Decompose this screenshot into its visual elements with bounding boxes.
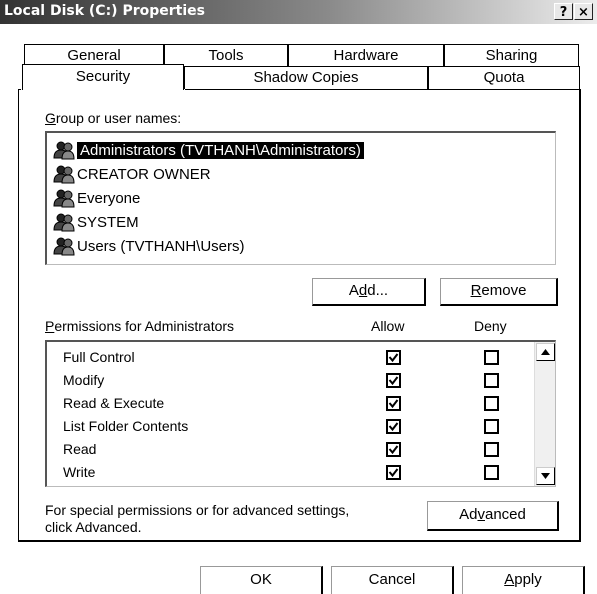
tab-tools[interactable]: Tools — [164, 44, 288, 66]
deny-checkbox[interactable] — [484, 442, 499, 457]
allow-checkbox[interactable] — [386, 396, 401, 411]
checkmark-icon — [388, 353, 399, 363]
user-list-item[interactable]: Administrators (TVTHANH\Administrators) — [53, 139, 364, 161]
permission-name: Write — [63, 464, 96, 480]
add-button-label: Add... — [348, 282, 389, 299]
tab-hardware[interactable]: Hardware — [288, 44, 444, 66]
advanced-button[interactable]: Advanced — [427, 501, 559, 531]
allow-checkbox[interactable] — [386, 350, 401, 365]
title-bar: Local Disk (C:) Properties ? × — [0, 0, 597, 24]
tab-hardware-label: Hardware — [333, 47, 399, 64]
scroll-up-button[interactable] — [536, 343, 555, 361]
allow-header: Allow — [371, 318, 405, 334]
tab-sharing[interactable]: Sharing — [444, 44, 579, 66]
deny-checkbox[interactable] — [484, 350, 499, 365]
permissions-scrollbar[interactable] — [534, 342, 555, 486]
help-button[interactable]: ? — [554, 3, 573, 20]
ok-button[interactable]: OK — [200, 566, 323, 594]
permission-name: Read & Execute — [63, 395, 165, 411]
tab-shadow-copies[interactable]: Shadow Copies — [184, 66, 428, 89]
tab-quota[interactable]: Quota — [428, 66, 580, 89]
deny-header: Deny — [474, 318, 507, 334]
add-button[interactable]: Add... — [312, 278, 426, 306]
permission-row: Write — [47, 461, 555, 484]
scroll-up-arrow-icon — [541, 349, 550, 355]
permissions-listbox[interactable]: Full Control Modify Read & Execute List Fol… — [45, 340, 556, 487]
advanced-note-line1: For special permissions or for advanced … — [45, 502, 350, 518]
user-name: Everyone — [77, 189, 141, 207]
deny-checkbox[interactable] — [484, 396, 499, 411]
user-group-icon — [53, 165, 75, 184]
permission-name: Modify — [63, 372, 105, 388]
deny-checkbox[interactable] — [484, 465, 499, 480]
remove-button[interactable]: Remove — [440, 278, 558, 306]
user-list-item[interactable]: SYSTEM — [53, 211, 139, 233]
advanced-note-line2: click Advanced. — [45, 519, 142, 535]
user-group-icon — [53, 141, 75, 160]
user-name: SYSTEM — [77, 213, 139, 231]
checkmark-icon — [388, 468, 399, 478]
remove-button-label: Remove — [470, 282, 527, 299]
user-group-icon — [53, 189, 75, 208]
tab-quota-label: Quota — [483, 69, 525, 86]
deny-checkbox[interactable] — [484, 419, 499, 434]
tab-security[interactable]: Security — [22, 64, 184, 90]
user-name: Administrators (TVTHANH\Administrators) — [77, 141, 364, 159]
close-button[interactable]: × — [574, 3, 593, 20]
tab-security-label: Security — [75, 68, 131, 85]
user-group-icon — [53, 213, 75, 232]
checkmark-icon — [388, 422, 399, 432]
checkmark-icon — [388, 376, 399, 386]
deny-checkbox[interactable] — [484, 373, 499, 388]
cancel-button[interactable]: Cancel — [331, 566, 454, 594]
tab-tools-label: Tools — [208, 47, 244, 64]
permission-name: Full Control — [63, 349, 135, 365]
group-user-names-label: Group or user names: — [45, 110, 182, 126]
permission-row: List Folder Contents — [47, 415, 555, 438]
permission-row: Full Control — [47, 346, 555, 369]
tab-general-label: General — [67, 47, 121, 64]
allow-checkbox[interactable] — [386, 465, 401, 480]
user-name: Users (TVTHANH\Users) — [77, 237, 245, 255]
permission-row: Read — [47, 438, 555, 461]
user-group-icon — [53, 237, 75, 256]
permission-name: List Folder Contents — [63, 418, 189, 434]
tab-sharing-label: Sharing — [485, 47, 538, 64]
user-list-item[interactable]: Everyone — [53, 187, 140, 209]
users-listbox[interactable]: Administrators (TVTHANH\Administrators) C… — [45, 131, 556, 265]
user-list-item[interactable]: CREATOR OWNER — [53, 163, 211, 185]
checkmark-icon — [388, 445, 399, 455]
permission-row: Modify — [47, 369, 555, 392]
apply-button-label: Apply — [504, 571, 542, 588]
cancel-button-label: Cancel — [368, 571, 416, 588]
user-name: CREATOR OWNER — [77, 165, 211, 183]
scroll-down-button[interactable] — [536, 467, 555, 485]
allow-checkbox[interactable] — [386, 373, 401, 388]
checkmark-icon — [388, 399, 399, 409]
ok-button-label: OK — [250, 571, 272, 588]
permission-row: Read & Execute — [47, 392, 555, 415]
window-title: Local Disk (C:) Properties — [4, 3, 205, 19]
tab-shadow-copies-label: Shadow Copies — [253, 69, 359, 86]
tab-general[interactable]: General — [24, 44, 164, 66]
permissions-label: Permissions for Administrators — [45, 318, 235, 334]
scroll-down-arrow-icon — [541, 473, 550, 479]
allow-checkbox[interactable] — [386, 419, 401, 434]
advanced-button-label: Advanced — [459, 506, 526, 523]
apply-button[interactable]: Apply — [462, 566, 585, 594]
user-list-item[interactable]: Users (TVTHANH\Users) — [53, 235, 245, 257]
permission-name: Read — [63, 441, 97, 457]
allow-checkbox[interactable] — [386, 442, 401, 457]
